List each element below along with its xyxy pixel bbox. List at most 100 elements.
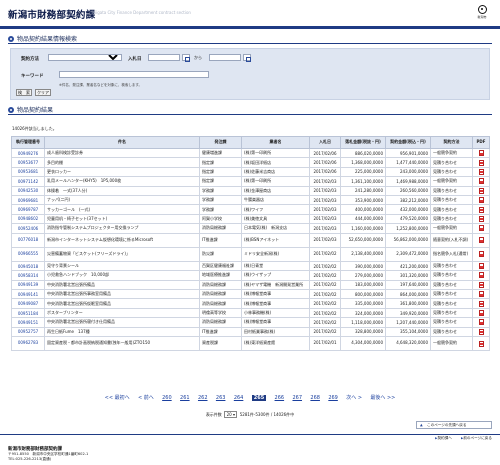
pdf-icon[interactable] [478,340,484,347]
pager-last[interactable]: 最後へ >> [370,394,395,401]
row-pdf[interactable] [472,307,490,319]
row-dept: 消防局総務課 [199,279,242,291]
pdf-icon[interactable] [478,215,484,222]
search-button[interactable]: 検 索 [16,89,32,96]
row-method: 見積り合わせ [430,213,473,225]
row-pdf[interactable] [472,147,490,159]
row-pdf[interactable] [472,298,490,309]
pdf-icon[interactable] [478,281,484,288]
row-pdf[interactable] [472,223,490,234]
pdf-icon[interactable] [478,225,484,232]
row-method: 一般競争契約 [430,147,473,159]
pager-next[interactable]: 次へ > [346,394,362,401]
date-from-input[interactable] [148,54,180,61]
row-method: 見積り合わせ [430,307,473,319]
row-no[interactable]: 00953681 [11,166,45,178]
row-no[interactable]: 00958314 [11,270,45,281]
row-contract: 260,560,0000 [385,185,431,196]
row-pdf[interactable] [472,204,490,215]
pager-prev[interactable]: < 前へ [138,394,154,401]
pdf-icon[interactable] [478,291,484,298]
col-header-vendor: 業者名 [241,136,310,149]
clear-button[interactable]: クリア [35,89,51,96]
row-date: 2017/02/02 [309,270,341,281]
row-no[interactable]: 00966555 [11,246,45,262]
page-size-select[interactable]: 20 ▾ [224,411,238,418]
pdf-icon[interactable] [478,310,484,317]
row-pdf[interactable] [472,289,490,300]
row-no[interactable]: 00945018 [11,260,45,272]
pager-page[interactable]: 263 [216,395,226,401]
row-pdf[interactable] [472,194,490,206]
pager-page[interactable]: 262 [198,395,208,401]
pdf-icon[interactable] [478,272,484,279]
row-name: サッカーゴール (一式) [44,204,200,215]
calendar-from-icon[interactable] [182,54,190,62]
row-pdf[interactable] [472,317,490,328]
pdf-icon[interactable] [478,187,484,194]
keyword-input[interactable] [59,71,209,78]
row-pdf[interactable] [472,176,490,187]
row-no[interactable]: 00942530 [11,185,45,196]
back-to-top-link[interactable]: このページの先頭へ戻る [416,421,492,429]
city-logo[interactable]: 新潟市 [472,5,492,23]
pager-page[interactable]: 266 [275,395,285,401]
row-no[interactable]: 00949087 [11,298,45,309]
row-no[interactable]: 00969681 [11,194,45,206]
calendar-to-icon[interactable] [243,54,251,62]
row-no[interactable]: 00953677 [11,157,45,168]
row-vendor: (株)BSNアイネット [241,232,310,248]
row-pdf[interactable] [472,157,490,168]
row-bid: 1,361,100,0000 [340,176,386,187]
pdf-icon[interactable] [478,168,484,175]
pdf-icon[interactable] [478,251,484,258]
row-pdf[interactable] [472,185,490,196]
row-no[interactable]: 00949276 [11,147,45,159]
pager-first[interactable]: << 最初へ [105,394,130,401]
row-pdf[interactable] [472,260,490,272]
row-no[interactable]: 00776018 [11,232,45,248]
pdf-icon[interactable] [478,300,484,307]
row-pdf[interactable] [472,213,490,225]
row-no[interactable]: 00949141 [11,289,45,300]
method-select[interactable] [48,54,122,61]
row-no[interactable]: 00969787 [11,204,45,215]
pager-page[interactable]: 268 [310,395,320,401]
row-no[interactable]: 00952406 [11,223,45,234]
table-row: 00949087 中央消防署北営出張所仮眠室用備品 消防局総務課 (株)博報堂商事 20… [11,298,490,309]
row-date: 2017/02/03 [309,204,341,215]
site-title[interactable]: 新潟市財務部契約課 [8,7,95,21]
row-pdf[interactable] [472,336,490,352]
row-pdf[interactable] [472,166,490,178]
pdf-icon[interactable] [478,197,484,204]
pdf-icon[interactable] [478,328,484,335]
pager-page[interactable]: 261 [180,395,190,401]
pager-page[interactable]: 260 [162,395,172,401]
row-no[interactable]: 00948602 [11,213,45,225]
row-no[interactable]: 00952757 [11,326,45,338]
row-no[interactable]: 00949139 [11,279,45,291]
row-pdf[interactable] [472,270,490,281]
pager-page[interactable]: 264 [234,395,244,401]
pager-page[interactable]: 269 [328,395,338,401]
pager-page[interactable]: 267 [292,395,302,401]
pdf-icon[interactable] [478,319,484,326]
row-pdf[interactable] [472,246,490,262]
row-no[interactable]: 00962783 [11,336,45,352]
row-no[interactable]: 00949151 [11,317,45,328]
row-pdf[interactable] [472,232,490,248]
row-pdf[interactable] [472,279,490,291]
pdf-icon[interactable] [478,150,484,157]
pdf-icon[interactable] [478,237,484,244]
row-no[interactable]: 00971142 [11,176,45,187]
pdf-icon[interactable] [478,263,484,270]
pdf-icon[interactable] [478,206,484,213]
footer-link-back[interactable]: 前のページに戻る [461,436,492,440]
row-no[interactable]: 00951184 [11,307,45,319]
footer-link-contract[interactable]: 契約課へ [435,436,452,440]
pdf-icon[interactable] [478,178,484,185]
row-pdf[interactable] [472,326,490,338]
date-to-input[interactable] [209,54,241,61]
page-size-label: 表示件数 [205,412,222,417]
pdf-icon[interactable] [478,159,484,166]
